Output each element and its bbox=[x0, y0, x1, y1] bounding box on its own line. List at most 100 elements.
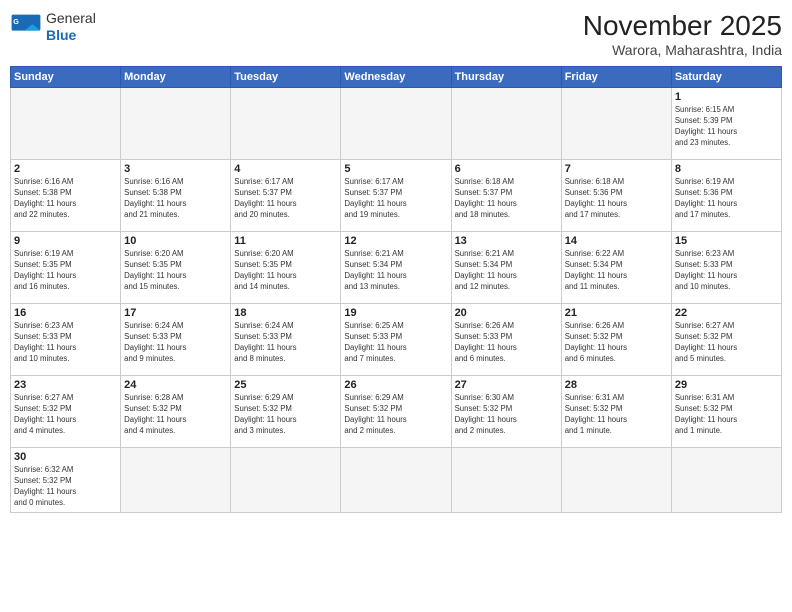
day-number: 12 bbox=[344, 235, 447, 247]
calendar-cell bbox=[451, 448, 561, 513]
day-info: Sunrise: 6:20 AM Sunset: 5:35 PM Dayligh… bbox=[124, 249, 227, 293]
calendar-cell: 4 Sunrise: 6:17 AM Sunset: 5:37 PM Daylig… bbox=[231, 160, 341, 232]
day-number: 15 bbox=[675, 235, 778, 247]
svg-text:G: G bbox=[13, 17, 19, 26]
day-number: 19 bbox=[344, 307, 447, 319]
calendar-cell: 18Sunrise: 6:24 AM Sunset: 5:33 PM Dayli… bbox=[231, 304, 341, 376]
calendar-cell: 17 Sunrise: 6:24 AM Sunset: 5:33 PM Dayli… bbox=[121, 304, 231, 376]
calendar-cell: 14Sunrise: 6:22 AM Sunset: 5:34 PM Dayli… bbox=[561, 232, 671, 304]
col-header-sunday: Sunday bbox=[11, 67, 121, 88]
day-info: Sunrise: 6:17 AM Sunset: 5:37 PM Dayligh… bbox=[344, 177, 447, 221]
day-number: 21 bbox=[565, 307, 668, 319]
col-header-monday: Monday bbox=[121, 67, 231, 88]
day-info: Sunrise: 6:21 AM Sunset: 5:34 PM Dayligh… bbox=[455, 249, 558, 293]
calendar-cell: 21Sunrise: 6:26 AM Sunset: 5:32 PM Dayli… bbox=[561, 304, 671, 376]
calendar-cell: 5 Sunrise: 6:17 AM Sunset: 5:37 PM Daylig… bbox=[341, 160, 451, 232]
day-info: Sunrise: 6:15 AM Sunset: 5:39 PM Dayligh… bbox=[675, 105, 778, 149]
day-number: 9 bbox=[14, 235, 117, 247]
calendar: SundayMondayTuesdayWednesdayThursdayFrid… bbox=[10, 66, 782, 513]
calendar-cell bbox=[561, 448, 671, 513]
day-number: 2 bbox=[14, 163, 117, 175]
day-number: 26 bbox=[344, 379, 447, 391]
calendar-cell: 29 Sunrise: 6:31 AM Sunset: 5:32 PM Dayli… bbox=[671, 376, 781, 448]
calendar-cell bbox=[231, 88, 341, 160]
day-number: 23 bbox=[14, 379, 117, 391]
day-info: Sunrise: 6:17 AM Sunset: 5:37 PM Dayligh… bbox=[234, 177, 337, 221]
calendar-cell: 7 Sunrise: 6:18 AM Sunset: 5:36 PM Daylig… bbox=[561, 160, 671, 232]
logo-text: General Blue bbox=[46, 10, 96, 44]
day-info: Sunrise: 6:29 AM Sunset: 5:32 PM Dayligh… bbox=[234, 393, 337, 437]
day-number: 6 bbox=[455, 163, 558, 175]
calendar-cell: 15Sunrise: 6:23 AM Sunset: 5:33 PM Dayli… bbox=[671, 232, 781, 304]
day-number: 11 bbox=[234, 235, 337, 247]
day-info: Sunrise: 6:18 AM Sunset: 5:37 PM Dayligh… bbox=[455, 177, 558, 221]
calendar-week-0: 1 Sunrise: 6:15 AM Sunset: 5:39 PM Daylig… bbox=[11, 88, 782, 160]
calendar-cell bbox=[121, 448, 231, 513]
day-info: Sunrise: 6:24 AM Sunset: 5:33 PM Dayligh… bbox=[124, 321, 227, 365]
calendar-cell: 28 Sunrise: 6:31 AM Sunset: 5:32 PM Dayli… bbox=[561, 376, 671, 448]
calendar-cell: 10Sunrise: 6:20 AM Sunset: 5:35 PM Dayli… bbox=[121, 232, 231, 304]
calendar-cell: 1 Sunrise: 6:15 AM Sunset: 5:39 PM Daylig… bbox=[671, 88, 781, 160]
day-number: 3 bbox=[124, 163, 227, 175]
calendar-cell: 23Sunrise: 6:27 AM Sunset: 5:32 PM Dayli… bbox=[11, 376, 121, 448]
calendar-cell: 12 Sunrise: 6:21 AM Sunset: 5:34 PM Dayli… bbox=[341, 232, 451, 304]
calendar-cell bbox=[341, 448, 451, 513]
day-number: 4 bbox=[234, 163, 337, 175]
logo-icon: G bbox=[10, 13, 42, 41]
calendar-cell bbox=[341, 88, 451, 160]
day-info: Sunrise: 6:26 AM Sunset: 5:33 PM Dayligh… bbox=[455, 321, 558, 365]
calendar-cell: 25Sunrise: 6:29 AM Sunset: 5:32 PM Dayli… bbox=[231, 376, 341, 448]
calendar-cell: 27 Sunrise: 6:30 AM Sunset: 5:32 PM Dayli… bbox=[451, 376, 561, 448]
calendar-cell: 9 Sunrise: 6:19 AM Sunset: 5:35 PM Daylig… bbox=[11, 232, 121, 304]
day-number: 22 bbox=[675, 307, 778, 319]
title-block: November 2025 Warora, Maharashtra, India bbox=[583, 10, 782, 58]
calendar-cell: 24Sunrise: 6:28 AM Sunset: 5:32 PM Dayli… bbox=[121, 376, 231, 448]
calendar-cell: 30 Sunrise: 6:32 AM Sunset: 5:32 PM Dayli… bbox=[11, 448, 121, 513]
calendar-cell: 16 Sunrise: 6:23 AM Sunset: 5:33 PM Dayli… bbox=[11, 304, 121, 376]
calendar-cell bbox=[451, 88, 561, 160]
day-info: Sunrise: 6:32 AM Sunset: 5:32 PM Dayligh… bbox=[14, 465, 117, 509]
month-title: November 2025 bbox=[583, 10, 782, 42]
day-info: Sunrise: 6:16 AM Sunset: 5:38 PM Dayligh… bbox=[14, 177, 117, 221]
day-info: Sunrise: 6:30 AM Sunset: 5:32 PM Dayligh… bbox=[455, 393, 558, 437]
day-number: 5 bbox=[344, 163, 447, 175]
day-number: 24 bbox=[124, 379, 227, 391]
calendar-cell: 2 Sunrise: 6:16 AM Sunset: 5:38 PM Daylig… bbox=[11, 160, 121, 232]
location-title: Warora, Maharashtra, India bbox=[583, 42, 782, 58]
calendar-cell bbox=[121, 88, 231, 160]
day-info: Sunrise: 6:19 AM Sunset: 5:36 PM Dayligh… bbox=[675, 177, 778, 221]
day-info: Sunrise: 6:20 AM Sunset: 5:35 PM Dayligh… bbox=[234, 249, 337, 293]
calendar-cell: 26 Sunrise: 6:29 AM Sunset: 5:32 PM Dayli… bbox=[341, 376, 451, 448]
col-header-tuesday: Tuesday bbox=[231, 67, 341, 88]
day-number: 13 bbox=[455, 235, 558, 247]
day-number: 29 bbox=[675, 379, 778, 391]
day-info: Sunrise: 6:19 AM Sunset: 5:35 PM Dayligh… bbox=[14, 249, 117, 293]
calendar-cell: 8 Sunrise: 6:19 AM Sunset: 5:36 PM Daylig… bbox=[671, 160, 781, 232]
day-info: Sunrise: 6:23 AM Sunset: 5:33 PM Dayligh… bbox=[14, 321, 117, 365]
day-number: 16 bbox=[14, 307, 117, 319]
day-number: 28 bbox=[565, 379, 668, 391]
col-header-wednesday: Wednesday bbox=[341, 67, 451, 88]
day-info: Sunrise: 6:29 AM Sunset: 5:32 PM Dayligh… bbox=[344, 393, 447, 437]
day-number: 17 bbox=[124, 307, 227, 319]
day-number: 27 bbox=[455, 379, 558, 391]
calendar-cell: 19 Sunrise: 6:25 AM Sunset: 5:33 PM Dayli… bbox=[341, 304, 451, 376]
calendar-cell: 13 Sunrise: 6:21 AM Sunset: 5:34 PM Dayli… bbox=[451, 232, 561, 304]
day-number: 7 bbox=[565, 163, 668, 175]
day-number: 30 bbox=[14, 451, 117, 463]
day-info: Sunrise: 6:25 AM Sunset: 5:33 PM Dayligh… bbox=[344, 321, 447, 365]
day-info: Sunrise: 6:31 AM Sunset: 5:32 PM Dayligh… bbox=[675, 393, 778, 437]
day-info: Sunrise: 6:27 AM Sunset: 5:32 PM Dayligh… bbox=[675, 321, 778, 365]
day-info: Sunrise: 6:18 AM Sunset: 5:36 PM Dayligh… bbox=[565, 177, 668, 221]
page-header: G General Blue November 2025 Warora, Mah… bbox=[10, 10, 782, 58]
day-info: Sunrise: 6:31 AM Sunset: 5:32 PM Dayligh… bbox=[565, 393, 668, 437]
day-info: Sunrise: 6:21 AM Sunset: 5:34 PM Dayligh… bbox=[344, 249, 447, 293]
calendar-cell: 6 Sunrise: 6:18 AM Sunset: 5:37 PM Daylig… bbox=[451, 160, 561, 232]
calendar-cell: 3Sunrise: 6:16 AM Sunset: 5:38 PM Daylig… bbox=[121, 160, 231, 232]
day-number: 1 bbox=[675, 91, 778, 103]
calendar-cell bbox=[671, 448, 781, 513]
col-header-saturday: Saturday bbox=[671, 67, 781, 88]
calendar-header-row: SundayMondayTuesdayWednesdayThursdayFrid… bbox=[11, 67, 782, 88]
calendar-cell bbox=[231, 448, 341, 513]
day-number: 8 bbox=[675, 163, 778, 175]
